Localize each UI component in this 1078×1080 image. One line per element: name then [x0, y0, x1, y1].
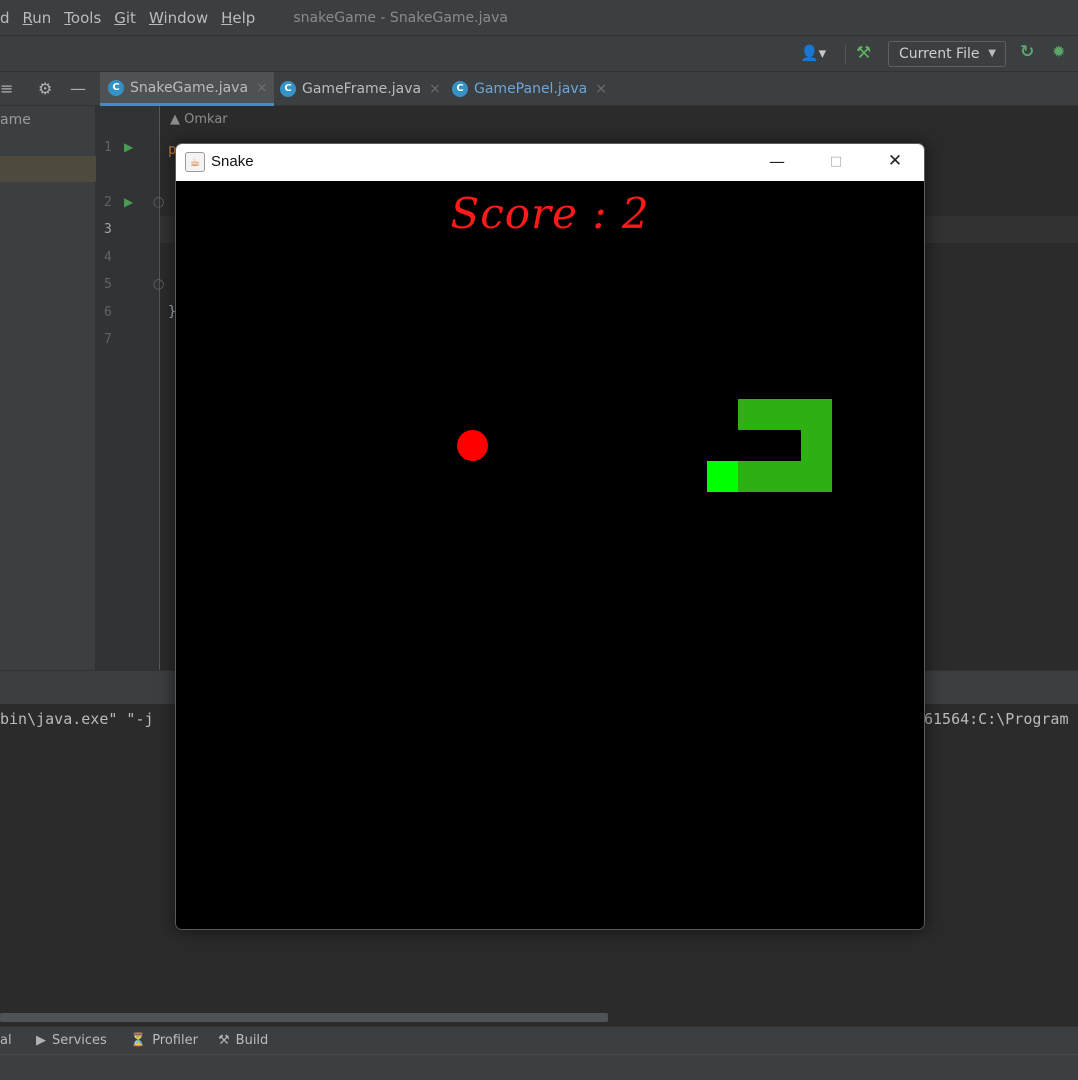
console-output-line-tail: 61564:C:\Program [924, 710, 1069, 728]
editor-tab-bar: ≡ ⚙ — C SnakeGame.java × C GameFrame.jav… [0, 72, 1078, 106]
tab-label: SnakeGame.java [130, 79, 249, 96]
menu-item-window[interactable]: Window [149, 9, 208, 27]
profiler-icon: ⏳ [130, 1033, 147, 1048]
tool-window-label: Build [235, 1033, 269, 1048]
author-hint: ▲ Omkar [170, 112, 228, 127]
run-gutter-icon[interactable]: ▶ [124, 195, 133, 209]
maximize-button[interactable]: □ [807, 144, 865, 181]
close-button[interactable]: ✕ [866, 144, 924, 181]
window-titlebar[interactable]: ☕ Snake — □ ✕ [176, 144, 924, 181]
run-configuration-select[interactable]: Current File ▼ [888, 41, 1006, 67]
line-number: 7 [104, 332, 112, 347]
tool-window-profiler[interactable]: ⏳ Profiler [130, 1033, 198, 1048]
fold-icon[interactable]: ◯ [153, 279, 164, 290]
tool-window-terminal[interactable]: al [0, 1033, 12, 1048]
rerun-icon[interactable]: ↻ [1020, 42, 1034, 62]
status-bar [0, 1054, 1078, 1080]
tab-label: GameFrame.java [302, 81, 422, 97]
menu-item-git[interactable]: Git [114, 9, 136, 27]
project-title: snakeGame - SnakeGame.java [293, 9, 508, 26]
snake-body-segment [738, 399, 832, 430]
tab-snakegame-java[interactable]: C SnakeGame.java × [100, 72, 274, 106]
project-tree-root-label[interactable]: ame [0, 112, 31, 128]
tab-gamepanel-java[interactable]: C GamePanel.java × [452, 72, 607, 106]
run-gutter-icon[interactable]: ▶ [124, 140, 133, 154]
snake-game-window[interactable]: ☕ Snake — □ ✕ Score : 2 [175, 143, 925, 930]
menu-item-help[interactable]: Help [221, 9, 255, 27]
close-icon[interactable]: × [256, 80, 268, 96]
services-icon: ▶ [36, 1033, 46, 1048]
user-icon[interactable]: 👤▾ [800, 44, 826, 62]
menu-item-tools[interactable]: Tools [64, 9, 101, 27]
tool-window-label: al [0, 1033, 12, 1048]
menu-item-run[interactable]: Run [23, 9, 52, 27]
gear-icon[interactable]: ⚙ [38, 79, 52, 98]
fold-icon[interactable]: ◯ [153, 197, 164, 208]
tool-window-services[interactable]: ▶ Services [36, 1033, 107, 1048]
project-tree-selected-row[interactable] [0, 156, 96, 182]
snake-body-segment [801, 430, 832, 461]
tab-label: GamePanel.java [474, 81, 588, 97]
tool-window-build[interactable]: ⚒ Build [218, 1033, 268, 1048]
main-toolbar: 👤▾ ⚒ Current File ▼ ↻ ✹ [0, 36, 1078, 72]
tab-gameframe-java[interactable]: C GameFrame.java × [280, 72, 441, 106]
collapse-all-icon[interactable]: ≡ [0, 79, 13, 98]
line-number: 5 [104, 277, 112, 292]
hammer-icon[interactable]: ⚒ [856, 43, 871, 63]
window-title: Snake [211, 153, 254, 170]
toolbar-separator [845, 44, 846, 64]
line-number: 4 [104, 250, 112, 265]
tool-window-label: Profiler [152, 1033, 198, 1048]
tool-window-label: Services [52, 1033, 107, 1048]
java-class-icon: C [280, 81, 296, 97]
java-class-icon: C [108, 79, 124, 96]
line-number: 1 [104, 140, 112, 155]
author-name: Omkar [184, 112, 228, 127]
run-configuration-label: Current File [899, 46, 980, 62]
snake-head [707, 461, 738, 492]
hide-panel-icon[interactable]: — [70, 79, 86, 98]
minimize-button[interactable]: — [748, 144, 806, 181]
java-class-icon: C [452, 81, 468, 97]
line-number: 6 [104, 305, 112, 320]
game-canvas[interactable]: Score : 2 [176, 181, 924, 929]
console-horizontal-scrollbar[interactable] [0, 1013, 608, 1022]
project-panel: ame [0, 106, 96, 670]
score-label: Score : 2 [450, 189, 650, 238]
close-icon[interactable]: × [429, 81, 441, 97]
editor-gutter: 1 ▶ 2 ▶ ◯ 3 4 5 ◯ 6 7 [96, 106, 164, 670]
java-icon: ☕ [185, 152, 205, 172]
close-icon[interactable]: × [595, 81, 607, 97]
line-number: 3 [104, 222, 112, 237]
apple [457, 430, 488, 461]
console-output-line: bin\java.exe" "-j [0, 710, 154, 728]
tool-window-bar: al ▶ Services ⏳ Profiler ⚒ Build [0, 1026, 1078, 1054]
debug-icon[interactable]: ✹ [1052, 42, 1065, 61]
line-number: 2 [104, 195, 112, 210]
chevron-down-icon: ▼ [988, 48, 996, 59]
hammer-icon: ⚒ [218, 1033, 230, 1048]
snake-body-segment [738, 461, 832, 492]
menu-bar: d Run Tools Git Window Help snakeGame - … [0, 0, 1078, 36]
menu-item-build-partial[interactable]: d [0, 9, 10, 27]
